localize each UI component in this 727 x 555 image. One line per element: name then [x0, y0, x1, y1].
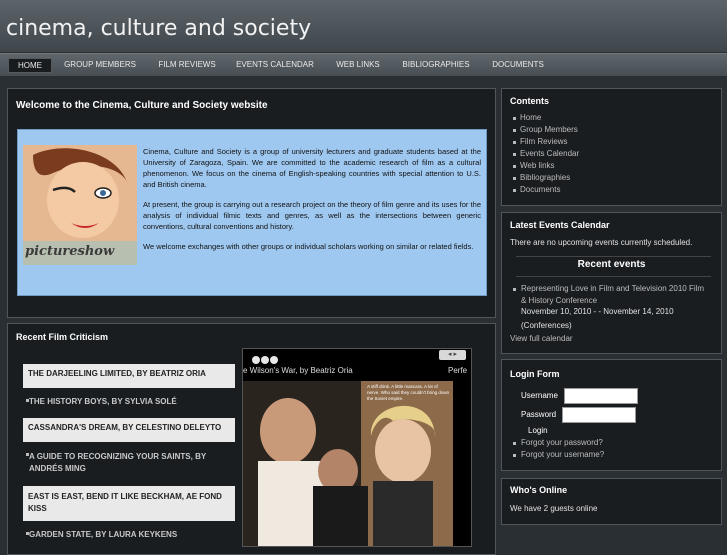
nav-documents[interactable]: DOCUMENTS	[487, 58, 549, 71]
site-header: cinema, culture and society	[0, 0, 727, 52]
nav-events-calendar[interactable]: EVENTS CALENDAR	[233, 58, 317, 71]
bullet	[513, 165, 516, 168]
events-panel: Latest Events Calendar There are no upco…	[501, 212, 722, 354]
intro-text: Cinema, Culture and Society is a group o…	[143, 146, 481, 261]
contents-link-film-reviews[interactable]: Film Reviews	[520, 137, 568, 146]
poster-tagline: A stiff drink. A little mascara. A lot o…	[367, 384, 450, 401]
event-dates: November 10, 2010 - - November 14, 2010	[521, 307, 674, 316]
welcome-title: Welcome to the Cinema, Culture and Socie…	[16, 100, 268, 111]
slide-caption: e Wilson's War, by Beatriz Oria	[243, 366, 353, 375]
pictureshow-logo-text: pictureshow	[25, 244, 115, 259]
events-empty-text: There are no upcoming events currently s…	[510, 238, 693, 247]
password-label: Password	[521, 410, 557, 419]
view-full-calendar-link[interactable]: View full calendar	[510, 334, 573, 343]
bullet	[513, 129, 516, 132]
login-title: Login Form	[510, 369, 560, 379]
contents-link-documents[interactable]: Documents	[520, 185, 560, 194]
event-type: (Conferences)	[521, 321, 572, 330]
pictureshow-image: pictureshow	[23, 145, 137, 265]
contents-link-events-calendar[interactable]: Events Calendar	[520, 149, 579, 158]
film-poster: A stiff drink. A little mascara. A lot o…	[243, 381, 453, 546]
nav-film-reviews[interactable]: FILM REVIEWS	[152, 58, 222, 71]
event-link[interactable]: Representing Love in Film and Television…	[521, 283, 711, 307]
divider	[516, 256, 711, 257]
online-panel: Who's Online We have 2 guests online	[501, 478, 722, 525]
slide-dot[interactable]	[270, 356, 278, 364]
contents-link-web-links[interactable]: Web links	[520, 161, 555, 170]
online-title: Who's Online	[510, 485, 568, 495]
film-review-link[interactable]: EAST IS EAST, BEND IT LIKE BECKHAM, AE F…	[23, 486, 235, 521]
slide-dot[interactable]	[252, 356, 260, 364]
forgot-username-link[interactable]: Forgot your username?	[521, 450, 604, 459]
film-review-link[interactable]: A GUIDE TO RECOGNIZING YOUR SAINTS, BY A…	[29, 451, 219, 475]
password-input[interactable]	[562, 407, 636, 423]
bullet	[513, 442, 516, 445]
film-slideshow[interactable]: ◂ ▸ e Wilson's War, by Beatriz Oria Perf…	[242, 348, 472, 547]
slide-caption-next: Perfe	[448, 366, 468, 375]
online-text: We have 2 guests online	[510, 504, 598, 513]
recent-events-title: Recent events	[577, 259, 646, 270]
username-label: Username	[521, 391, 558, 400]
bullet	[513, 288, 516, 291]
nav-group-members[interactable]: GROUP MEMBERS	[60, 58, 140, 71]
forgot-password-link[interactable]: Forgot your password?	[521, 438, 603, 447]
nav-bibliographies[interactable]: BIBLIOGRAPHIES	[398, 58, 474, 71]
slide-dot[interactable]	[261, 356, 269, 364]
intro-box: pictureshow Cinema, Culture and Society …	[17, 129, 487, 296]
bullet	[513, 177, 516, 180]
site-title: cinema, culture and society	[6, 16, 312, 41]
nav-home[interactable]: HOME	[8, 58, 52, 73]
events-title: Latest Events Calendar	[510, 220, 610, 230]
contents-link-home[interactable]: Home	[520, 113, 541, 122]
bullet	[513, 117, 516, 120]
film-review-link[interactable]: THE HISTORY BOYS, BY SYLVIA SOLÉ	[29, 397, 241, 406]
film-review-link[interactable]: CASSANDRA'S DREAM, BY CELESTINO DELEYTO	[23, 418, 235, 442]
bullet	[513, 189, 516, 192]
contents-title: Contents	[510, 96, 549, 106]
intro-paragraph: We welcome exchanges with other groups o…	[143, 242, 474, 251]
login-panel: Login Form Username Password Login Forgo…	[501, 359, 722, 471]
main-nav: HOME GROUP MEMBERS FILM REVIEWS EVENTS C…	[0, 53, 727, 76]
slide-arrows[interactable]: ◂ ▸	[439, 350, 466, 360]
contents-link-group-members[interactable]: Group Members	[520, 125, 578, 134]
bullet	[513, 141, 516, 144]
login-button[interactable]: Login	[528, 426, 548, 435]
film-review-link[interactable]: GARDEN STATE, BY LAURA KEYKENS	[29, 530, 241, 539]
intro-paragraph: Cinema, Culture and Society is a group o…	[143, 147, 481, 189]
film-review-link[interactable]: THE DARJEELING LIMITED, BY BEATRIZ ORIA	[23, 364, 235, 388]
bullet	[513, 153, 516, 156]
divider	[516, 276, 711, 277]
bullet	[513, 454, 516, 457]
intro-paragraph: At present, the group is carrying out a …	[143, 200, 481, 231]
recent-film-title: Recent Film Criticism	[16, 332, 109, 342]
username-input[interactable]	[564, 388, 638, 404]
contents-link-bibliographies[interactable]: Bibliographies	[520, 173, 570, 182]
nav-web-links[interactable]: WEB LINKS	[331, 58, 385, 71]
